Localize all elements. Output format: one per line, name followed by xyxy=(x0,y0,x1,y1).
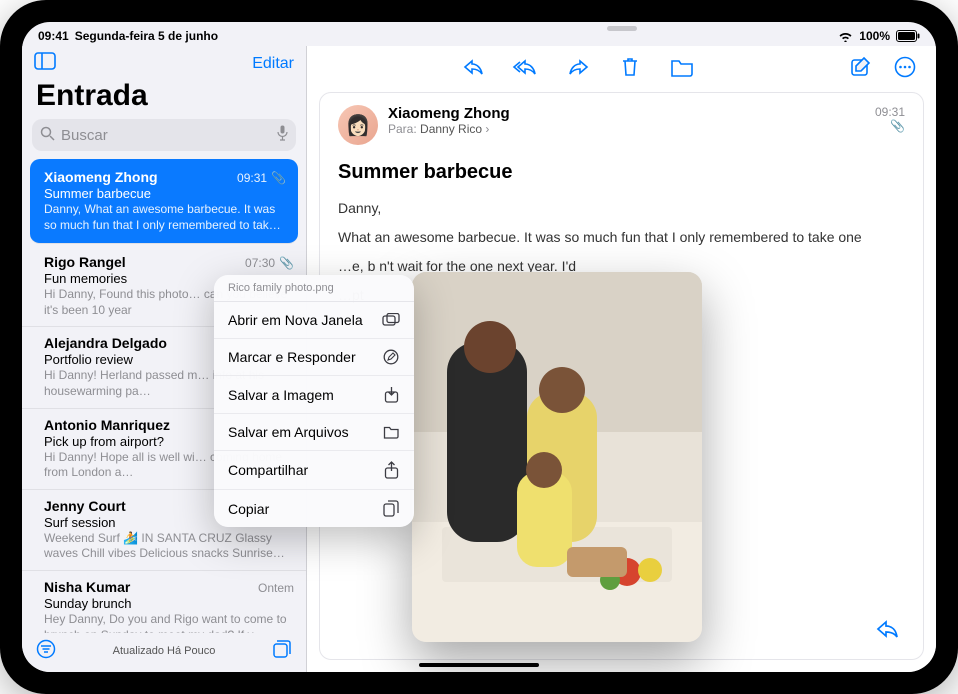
mail-body-line: What an awesome barbecue. It was so much… xyxy=(338,227,905,248)
save-image-icon xyxy=(382,386,400,403)
reply-all-icon[interactable] xyxy=(509,52,543,82)
folder-icon xyxy=(382,425,400,439)
status-time: 09:41 xyxy=(38,29,69,43)
reply-icon[interactable] xyxy=(457,52,491,82)
trash-icon[interactable] xyxy=(613,52,647,82)
compose-icon[interactable] xyxy=(844,52,878,82)
attachment-preview[interactable] xyxy=(412,272,702,642)
msg-sender: Rigo Rangel xyxy=(44,254,126,270)
edit-button[interactable]: Editar xyxy=(252,55,294,73)
msg-time: 07:30 xyxy=(245,256,275,270)
menu-label: Compartilhar xyxy=(228,462,308,478)
compose-stack-icon[interactable] xyxy=(272,639,292,662)
msg-preview: Danny, What an awesome barbecue. It was … xyxy=(44,202,286,233)
msg-sender: Xiaomeng Zhong xyxy=(44,169,158,185)
msg-preview: Hey Danny, Do you and Rigo want to come … xyxy=(44,612,294,633)
screen: 09:41 Segunda-feira 5 de junho 100% xyxy=(22,22,936,672)
attachment-icon: 📎 xyxy=(279,256,294,270)
copy-icon xyxy=(382,500,400,517)
mail-greeting: Danny, xyxy=(338,198,905,219)
msg-time: Ontem xyxy=(258,581,294,595)
toolbar xyxy=(307,46,936,86)
search-input[interactable]: Buscar xyxy=(32,119,296,151)
context-menu-filename: Rico family photo.png xyxy=(214,275,414,302)
context-menu: Rico family photo.png Abrir em Nova Jane… xyxy=(214,275,414,527)
battery-icon xyxy=(896,30,920,42)
menu-label: Abrir em Nova Janela xyxy=(228,312,363,328)
attachment-icon: 📎 xyxy=(271,171,286,185)
battery-percent: 100% xyxy=(859,29,890,43)
msg-subject: Sunday brunch xyxy=(44,596,294,611)
wifi-icon xyxy=(838,31,853,42)
menu-label: Salvar a Imagem xyxy=(228,387,334,403)
mail-subject: Summer barbecue xyxy=(338,161,905,184)
menu-label: Copiar xyxy=(228,501,269,517)
menu-save-files[interactable]: Salvar em Arquivos xyxy=(214,414,414,451)
mail-time: 09:31 xyxy=(875,105,905,119)
menu-label: Marcar e Responder xyxy=(228,349,356,365)
menu-label: Salvar em Arquivos xyxy=(228,424,349,440)
search-placeholder: Buscar xyxy=(61,127,108,144)
ipad-frame: 09:41 Segunda-feira 5 de junho 100% xyxy=(0,0,958,694)
menu-save-image[interactable]: Salvar a Imagem xyxy=(214,376,414,414)
more-icon[interactable] xyxy=(888,52,922,82)
attachment-icon: 📎 xyxy=(875,119,905,133)
mail-from[interactable]: Xiaomeng Zhong xyxy=(388,105,510,122)
status-date: Segunda-feira 5 de junho xyxy=(75,29,218,43)
msg-sender: Alejandra Delgado xyxy=(44,335,167,351)
forward-icon[interactable] xyxy=(561,52,595,82)
search-icon xyxy=(40,126,55,145)
mailbox-title: Entrada xyxy=(22,75,306,119)
menu-open-new-window[interactable]: Abrir em Nova Janela xyxy=(214,302,414,339)
filter-icon[interactable] xyxy=(36,639,56,662)
status-bar: 09:41 Segunda-feira 5 de junho 100% xyxy=(22,22,936,46)
msg-sender: Antonio Manriquez xyxy=(44,417,170,433)
message-item[interactable]: Xiaomeng Zhong 09:31 📎 Summer barbecue D… xyxy=(30,159,298,244)
share-icon xyxy=(382,461,400,479)
msg-subject: Summer barbecue xyxy=(44,186,286,201)
menu-share[interactable]: Compartilhar xyxy=(214,451,414,490)
home-indicator[interactable] xyxy=(419,663,539,667)
msg-sender: Jenny Court xyxy=(44,498,126,514)
msg-time: 09:31 xyxy=(237,171,267,185)
msg-preview: Weekend Surf 🏄 IN SANTA CRUZ Glassy wave… xyxy=(44,531,294,562)
sidebar-toggle-icon[interactable] xyxy=(34,52,56,75)
msg-sender: Nisha Kumar xyxy=(44,579,130,595)
menu-copy[interactable]: Copiar xyxy=(214,490,414,527)
multitask-handle[interactable] xyxy=(607,26,637,31)
chevron-right-icon: › xyxy=(485,122,489,136)
menu-markup-reply[interactable]: Marcar e Responder xyxy=(214,339,414,376)
mail-to[interactable]: Para: Danny Rico › xyxy=(388,122,510,136)
avatar[interactable]: 👩🏻 xyxy=(338,105,378,145)
mic-icon[interactable] xyxy=(277,125,288,145)
markup-icon xyxy=(382,349,400,365)
open-window-icon xyxy=(382,313,400,327)
message-item[interactable]: Nisha Kumar Ontem Sunday brunch Hey Dann… xyxy=(22,571,306,633)
move-folder-icon[interactable] xyxy=(665,52,699,82)
updated-label: Atualizado Há Pouco xyxy=(113,645,216,657)
quick-reply-icon[interactable] xyxy=(875,618,901,645)
